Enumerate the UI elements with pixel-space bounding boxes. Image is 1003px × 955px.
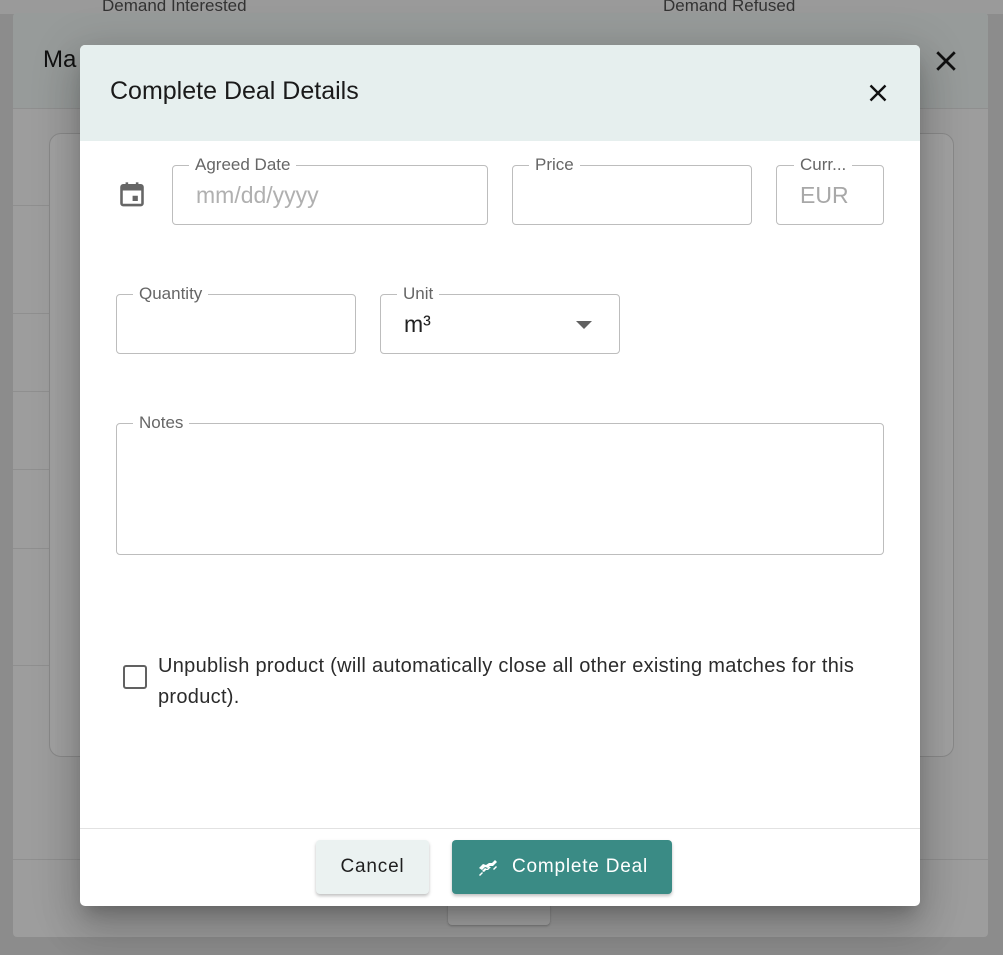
unit-label: Unit <box>397 285 440 303</box>
currency-value: EUR <box>800 182 849 208</box>
divider <box>13 469 49 470</box>
unit-select[interactable]: Unit m³ <box>380 285 620 354</box>
price-label: Price <box>529 156 580 174</box>
cancel-button-label: Cancel <box>340 856 405 877</box>
divider <box>13 548 49 549</box>
close-button[interactable] <box>863 78 893 108</box>
close-icon[interactable] <box>931 46 961 76</box>
quantity-field[interactable]: Quantity <box>116 285 356 354</box>
complete-deal-dialog: Complete Deal Details Agreed Date mm/dd/… <box>80 45 920 906</box>
dialog-title: Complete Deal Details <box>110 77 359 105</box>
notes-field[interactable]: Notes <box>116 414 884 555</box>
calendar-icon <box>120 182 144 207</box>
cancel-button[interactable]: Cancel <box>316 840 429 894</box>
background-header: Demand Interested Demand Refused <box>0 0 1003 15</box>
divider <box>13 665 49 666</box>
agreed-date-field[interactable]: Agreed Date mm/dd/yyyy <box>172 156 488 225</box>
quantity-label: Quantity <box>133 285 209 303</box>
divider <box>13 313 49 314</box>
complete-deal-button[interactable]: Complete Deal <box>452 840 672 894</box>
handshake-icon <box>478 860 497 876</box>
close-icon <box>869 84 887 102</box>
dropdown-arrow-icon <box>576 321 592 329</box>
price-field[interactable]: Price <box>512 156 752 225</box>
dialog-header: Complete Deal Details <box>80 45 920 141</box>
background-dialog-title: Ma <box>43 46 77 73</box>
currency-field[interactable]: Curr... EUR <box>776 156 884 225</box>
unpublish-checkbox[interactable] <box>123 665 147 689</box>
footer-divider <box>80 828 920 829</box>
complete-deal-button-label: Complete Deal <box>511 856 649 877</box>
currency-label: Curr... <box>794 156 853 174</box>
notes-label: Notes <box>133 414 190 432</box>
unpublish-checkbox-label[interactable]: Unpublish product (will automatically cl… <box>158 651 888 713</box>
agreed-date-label: Agreed Date <box>189 156 297 174</box>
divider <box>13 391 49 392</box>
divider <box>13 205 49 206</box>
agreed-date-placeholder: mm/dd/yyyy <box>196 182 319 208</box>
unit-value: m³ <box>404 311 431 337</box>
